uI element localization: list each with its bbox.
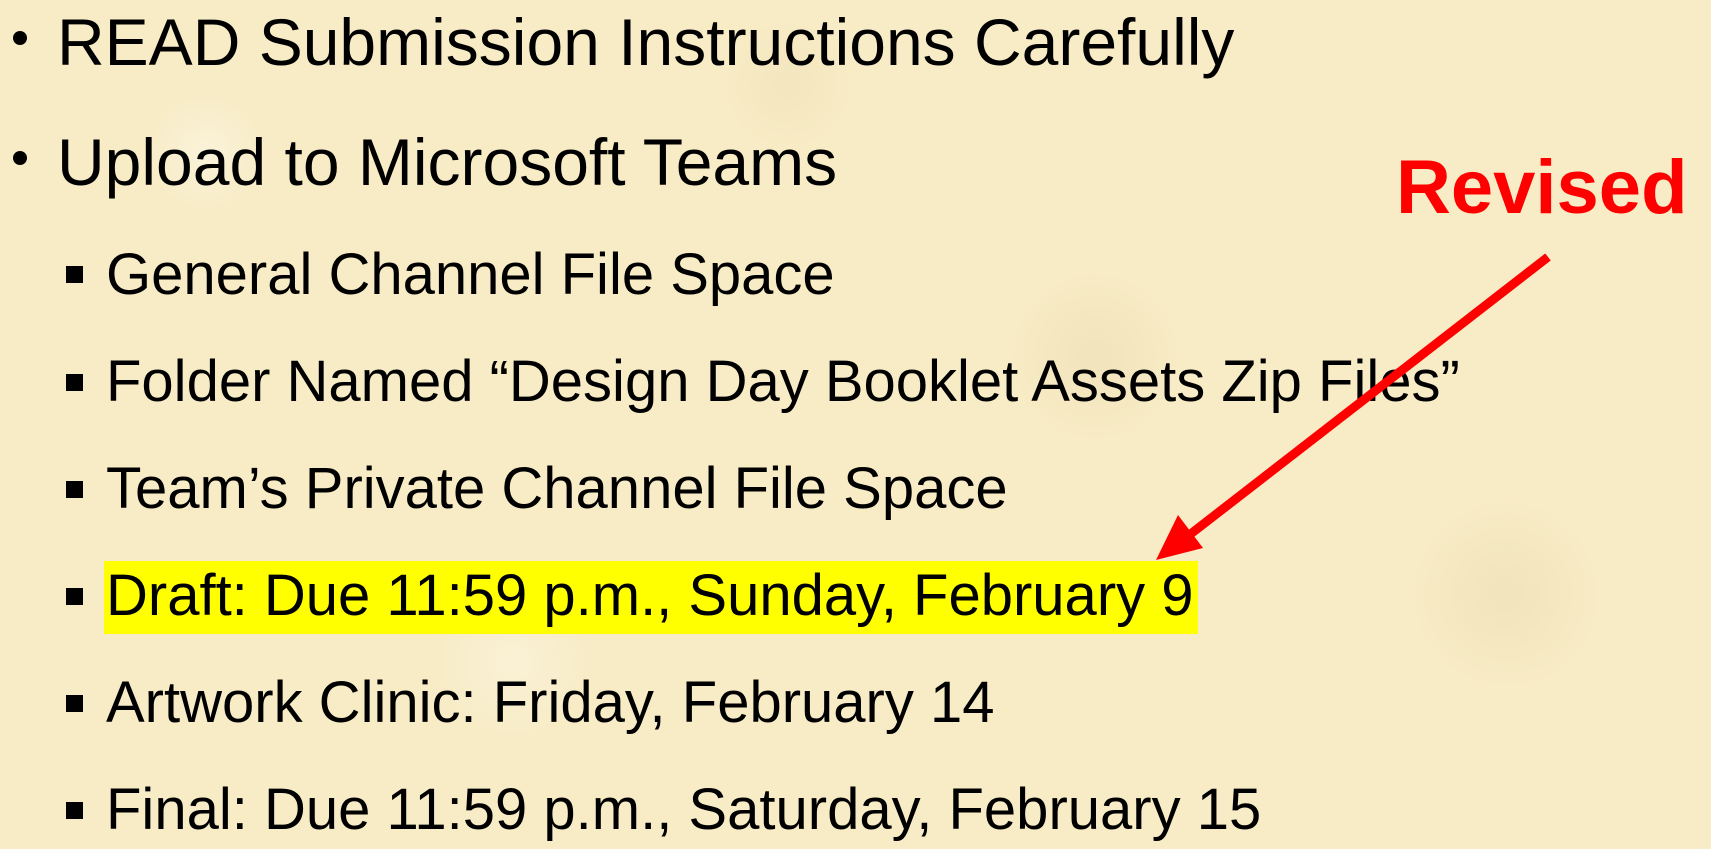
bullet-square-icon [66, 374, 83, 391]
sub-bullet-private-channel: Team’s Private Channel File Space [106, 456, 1008, 521]
revised-label: Revised [1396, 145, 1688, 230]
bullet-square-icon [66, 588, 83, 605]
bullet-upload-teams: Upload to Microsoft Teams [57, 125, 838, 199]
bullet-square-icon [66, 695, 83, 712]
sub-bullet-draft-due: Draft: Due 11:59 p.m., Sunday, February … [104, 561, 1198, 634]
draft-due-highlight: Draft: Due 11:59 p.m., Sunday, February … [104, 561, 1198, 634]
sub-bullet-general-channel: General Channel File Space [106, 242, 835, 307]
sub-bullet-final-due: Final: Due 11:59 p.m., Saturday, Februar… [106, 777, 1262, 842]
bullet-square-icon [66, 266, 83, 283]
bullet-dot-icon [13, 31, 27, 45]
bullet-dot-icon [13, 151, 27, 165]
bullet-square-icon [66, 481, 83, 498]
sub-bullet-artwork-clinic: Artwork Clinic: Friday, February 14 [106, 670, 995, 735]
sub-bullet-folder-named: Folder Named “Design Day Booklet Assets … [106, 349, 1460, 414]
bullet-read-instructions: READ Submission Instructions Carefully [57, 5, 1235, 79]
bullet-square-icon [66, 802, 83, 819]
slide: READ Submission Instructions Carefully U… [0, 0, 1711, 849]
